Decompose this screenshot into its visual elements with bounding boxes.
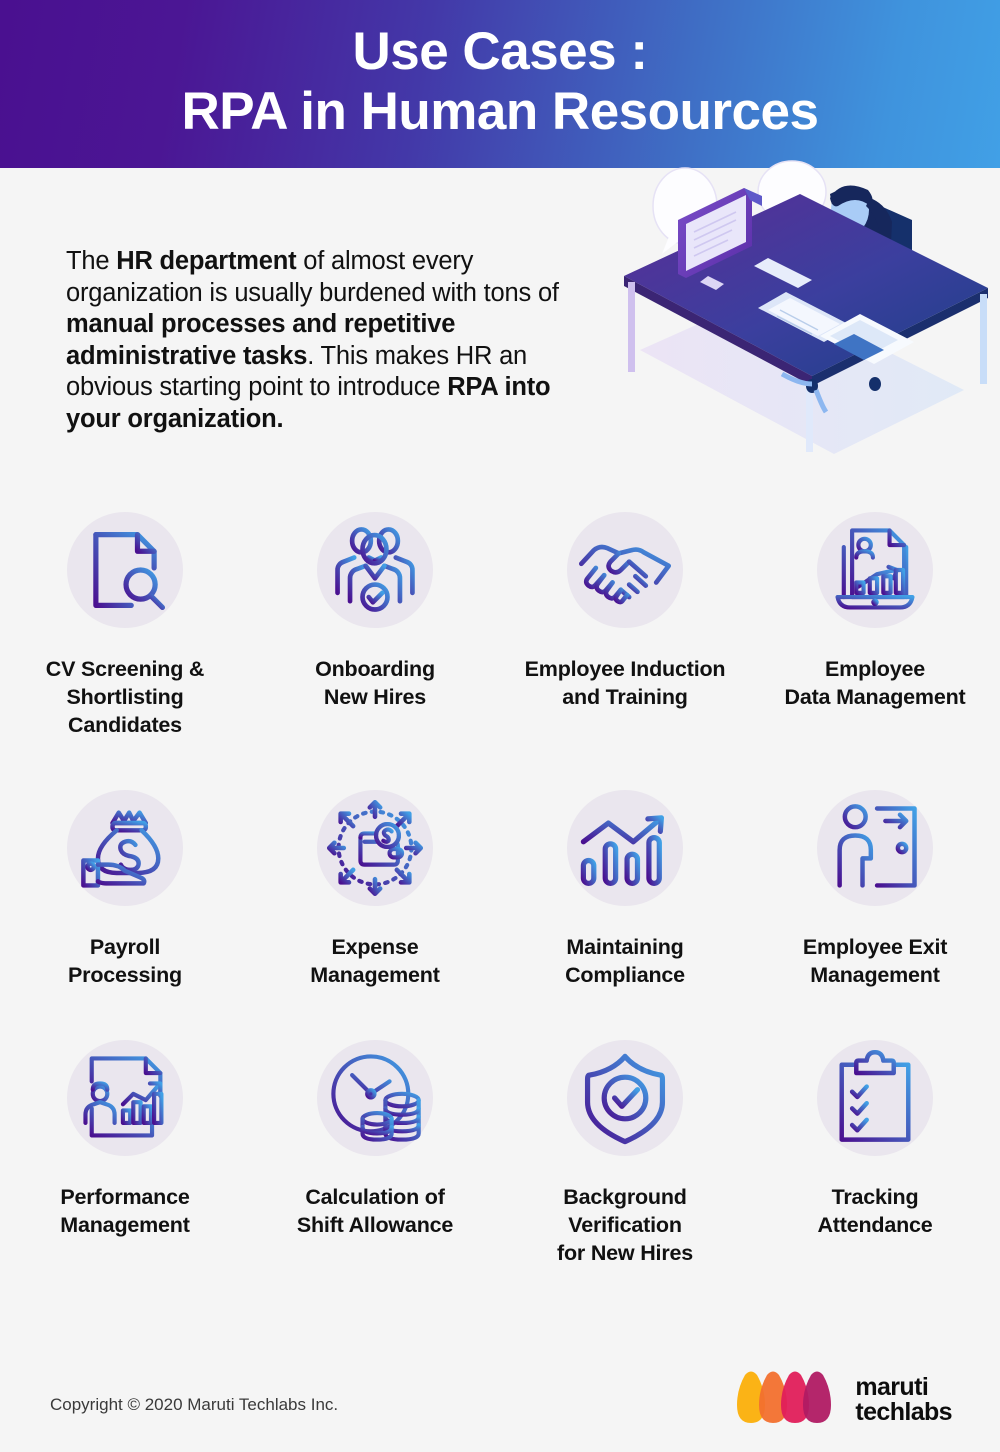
icon-holder [295,1028,455,1168]
label-line-2: Attendance [817,1212,933,1237]
label-line-2: Shortlisting [66,684,184,709]
use-case-label: Performance Management [5,1184,245,1240]
page-title-line-1: Use Cases : [352,22,648,82]
label-line-1: Employee [825,657,925,681]
label-line-2: Management [60,1212,190,1237]
use-case-label: Payroll Processing [5,934,245,990]
intro-bold-hr-department: HR department [116,247,297,275]
label-line-2: New Hires [323,684,427,709]
icon-holder [45,1028,205,1168]
document-search-icon [93,532,166,611]
use-case-grid: CV Screening & Shortlisting Candidates O… [0,500,1000,1268]
use-case-row-1: CV Screening & Shortlisting Candidates O… [0,500,1000,740]
page-title: Use Cases : RPA in Human Resources [182,22,819,146]
label-line-1: CV Screening & [45,657,205,681]
use-case-label: Background Verification for New Hires [505,1184,745,1268]
label-line-2: Compliance [565,962,685,987]
use-case-maintaining-compliance[interactable]: Maintaining Compliance [500,778,750,990]
maruti-techlabs-logo[interactable]: maruti techlabs [731,1369,953,1431]
label-line-2: Management [310,962,440,987]
icon-holder [295,778,455,918]
label-line-1: Expense [331,934,419,959]
use-case-performance-management[interactable]: Performance Management [0,1028,250,1268]
label-line-2: Verification [568,1212,682,1237]
use-case-label: Tracking Attendance [755,1184,995,1240]
use-case-label: Employee Data Management [755,656,995,712]
label-line-3: Candidates [68,712,182,737]
report-person-chart-icon [83,1056,164,1138]
use-case-employee-exit-management[interactable]: Employee Exit Management [750,778,1000,990]
icon-holder [45,778,205,918]
page-title-line-2: RPA in Human Resources [181,82,819,141]
use-case-background-verification[interactable]: Background Verification for New Hires [500,1028,750,1268]
label-line-1: Employee Induction [524,657,726,681]
intro-section: The HR department of almost every organi… [0,160,1000,498]
label-line-1: Onboarding [315,657,435,681]
label-line-2: Data Management [784,684,966,709]
use-case-shift-allowance[interactable]: Calculation of Shift Allowance [250,1028,500,1268]
label-line-1: Employee Exit [802,934,948,959]
copyright-text: Copyright © 2020 Maruti Techlabs Inc. [50,1395,339,1414]
growth-bar-chart-icon [580,815,664,886]
use-case-expense-management[interactable]: Expense Management [250,778,500,990]
shield-check-icon [584,1053,666,1144]
use-case-label: Expense Management [255,934,495,990]
intro-paragraph: The HR department of almost every organi… [66,246,566,436]
icon-holder [545,500,705,640]
use-case-label: Calculation of Shift Allowance [255,1184,495,1240]
hand-money-bag-icon [81,810,161,888]
use-case-label: Maintaining Compliance [505,934,745,990]
label-line-3: for New Hires [557,1240,693,1265]
clipboard-checklist-icon [839,1049,911,1142]
icon-holder [795,500,955,640]
label-line-2: and Training [562,684,688,709]
logo-text-line-1: maruti [855,1372,929,1401]
person-exit-door-icon [837,803,917,888]
label-line-1: Performance [60,1184,190,1209]
label-line-2: Management [810,962,940,987]
use-case-label: Onboarding New Hires [255,656,495,712]
label-line-2: Shift Allowance [296,1212,454,1237]
icon-holder [45,500,205,640]
icon-holder [795,778,955,918]
label-line-1: Maintaining [566,934,684,959]
icon-holder [295,500,455,640]
use-case-label: CV Screening & Shortlisting Candidates [5,656,245,740]
label-line-1: Background [563,1184,687,1209]
intro-text-part-1: The [66,247,117,275]
use-case-induction-training[interactable]: Employee Induction and Training [500,500,750,740]
clock-coins-icon [331,1054,421,1142]
use-case-onboarding[interactable]: Onboarding New Hires [250,500,500,740]
row-spacer [0,990,1000,1028]
use-case-employee-data-management[interactable]: Employee Data Management [750,500,1000,740]
logo-text-line-2: techlabs [855,1398,952,1426]
use-case-tracking-attendance[interactable]: Tracking Attendance [750,1028,1000,1268]
maruti-logo-mark-icon [737,1371,832,1423]
speech-bubble-left [652,167,718,254]
handshake-icon [578,544,672,605]
use-case-label: Employee Induction and Training [505,656,745,712]
team-verified-icon [335,527,415,612]
icon-holder [795,1028,955,1168]
page-header: Use Cases : RPA in Human Resources [0,0,1000,168]
label-line-1: Tracking [831,1184,919,1209]
page-footer: Copyright © 2020 Maruti Techlabs Inc. ma… [0,1347,1000,1452]
label-line-1: Calculation of [305,1184,445,1209]
icon-holder [545,1028,705,1168]
laptop-profile-chart-icon [835,528,915,610]
speech-bubble-right [757,160,827,228]
wallet-arrows-icon [326,799,424,896]
use-case-cv-screening[interactable]: CV Screening & Shortlisting Candidates [0,500,250,740]
icon-holder [545,778,705,918]
row-spacer [0,740,1000,778]
use-case-row-3: Performance Management Calculation of Sh… [0,1028,1000,1268]
hr-professional-at-desk-illustration [624,160,988,454]
label-line-2: Processing [68,962,182,987]
logo-wordmark: maruti techlabs [855,1372,952,1426]
label-line-1: Payroll [89,934,161,959]
use-case-row-2: Payroll Processing Expense Management Ma… [0,778,1000,990]
use-case-payroll-processing[interactable]: Payroll Processing [0,778,250,990]
use-case-label: Employee Exit Management [755,934,995,990]
